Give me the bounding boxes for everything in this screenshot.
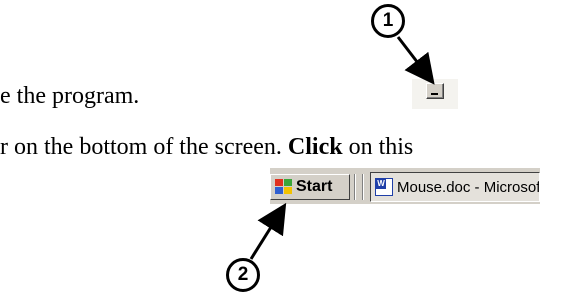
instruction-line-2: r on the bottom of the screen. Click on … [0,133,413,161]
callout-number-2: 2 [226,258,260,292]
taskbar-button-mouse-doc[interactable]: W Mouse.doc - Microsoft Word [370,172,540,202]
minimize-button[interactable] [426,83,444,99]
callout-number-1: 1 [371,4,405,38]
instruction-line-1: e the program. [0,82,139,110]
instruction-text-2-bold: Click [287,134,343,160]
instruction-text-2a: r on the bottom of the screen. [0,134,288,160]
start-button[interactable]: Start [270,174,350,200]
word-document-icon: W [375,178,393,196]
taskbar-separator [354,174,356,200]
taskbar-screenshot: Start W Mouse.doc - Microsoft Word [270,168,540,204]
minimize-button-screenshot [412,79,458,109]
instruction-text-2b: on this [342,134,414,160]
windows-flag-icon [275,179,293,195]
instruction-text-1: e the program. [0,83,140,109]
callout-arrow-2 [249,202,287,260]
start-button-label: Start [296,178,333,195]
minimize-icon [431,93,438,95]
taskbar-button-label: Mouse.doc - Microsoft Word [397,178,539,196]
taskbar-separator [362,174,364,200]
callout-arrow-1 [396,36,435,85]
